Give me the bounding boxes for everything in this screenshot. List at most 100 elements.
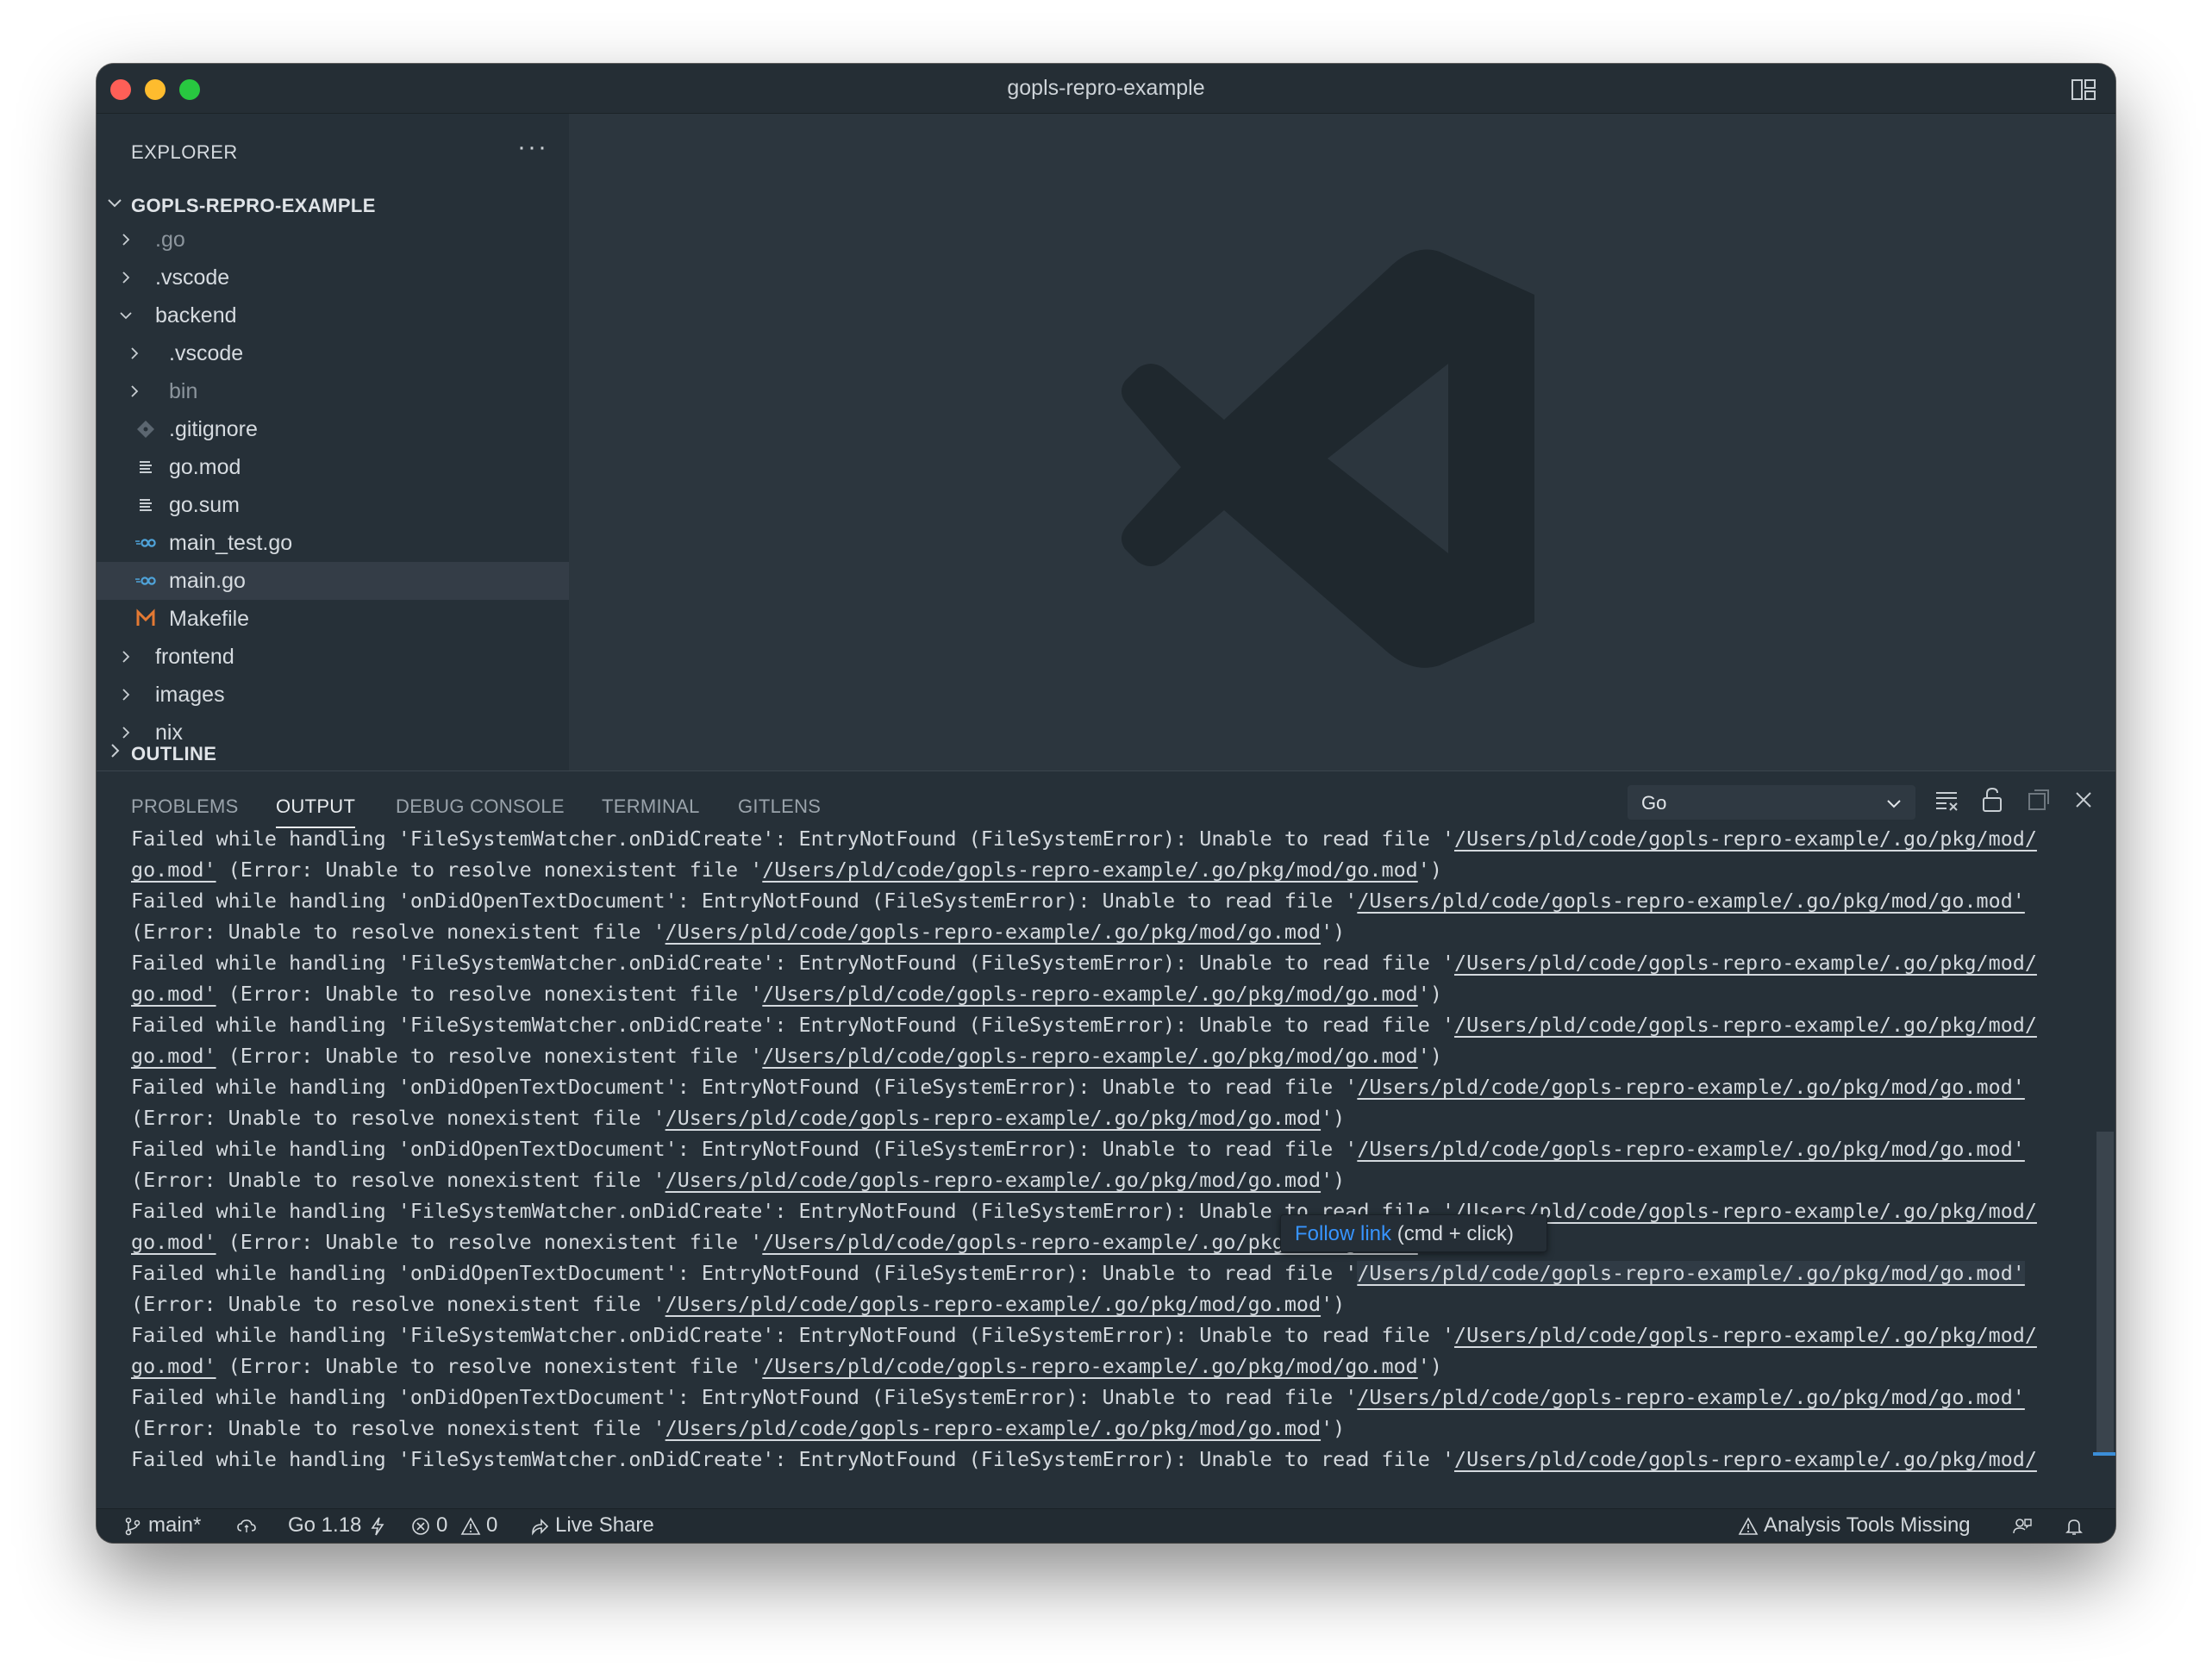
more-actions-icon[interactable]: ··· [517, 133, 548, 162]
status-bar: main* Go 1.18 0 0 Live Share Analysis To… [97, 1508, 2115, 1543]
file-link[interactable]: /Users/pld/code/gopls-repro-example/.go/… [665, 1292, 1321, 1316]
tree-folder[interactable]: bin [97, 372, 569, 410]
output-line: (Error: Unable to resolve nonexistent fi… [131, 1164, 2105, 1195]
output-line: Failed while handling 'onDidOpenTextDocu… [131, 1071, 2105, 1102]
file-link[interactable]: /Users/pld/code/gopls-repro-example/.go/… [1357, 1075, 2025, 1099]
follow-link-text[interactable]: Follow link [1295, 1222, 1391, 1245]
file-link[interactable]: /Users/pld/code/gopls-repro-example/.go/… [1357, 1261, 2025, 1285]
file-link[interactable]: /Users/pld/code/gopls-repro-example/.go/… [665, 1416, 1321, 1440]
tree-folder[interactable]: backend [97, 296, 569, 334]
analysis-tools-status[interactable]: Analysis Tools Missing [1738, 1513, 1971, 1538]
output-scrollbar[interactable] [2096, 1132, 2114, 1454]
output-line: Failed while handling 'onDidOpenTextDocu… [131, 1382, 2105, 1413]
output-line: go.mod' (Error: Unable to resolve nonexi… [131, 1226, 2105, 1257]
tab-gitlens[interactable]: GITLENS [738, 795, 821, 818]
tree-file[interactable]: Makefile [97, 600, 569, 638]
tree-folder[interactable]: .vscode [97, 259, 569, 296]
tree-item-label: backend [155, 303, 237, 328]
tree-folder[interactable]: frontend [97, 638, 569, 676]
git-icon [137, 421, 154, 438]
chevron-right-icon [131, 347, 139, 359]
tab-debug-console[interactable]: DEBUG CONSOLE [396, 795, 565, 818]
project-section-header[interactable]: GOPLS-REPRO-EXAMPLE [97, 188, 569, 222]
tree-item-label: .go [155, 228, 185, 252]
output-channel-value: Go [1641, 792, 1667, 814]
tab-output[interactable]: OUTPUT [276, 795, 356, 828]
file-link[interactable]: /Users/pld/code/gopls-repro-example/.go/… [665, 1106, 1321, 1130]
error-icon [412, 1517, 429, 1535]
window-title: gopls-repro-example [1007, 76, 1205, 100]
chevron-right-icon [122, 689, 130, 701]
output-line: Failed while handling 'FileSystemWatcher… [131, 1320, 2105, 1351]
file-link[interactable]: go.mod' [131, 858, 216, 882]
explorer-title: EXPLORER [131, 141, 238, 163]
output-text: (Error: Unable to resolve nonexistent fi… [216, 858, 763, 882]
file-link[interactable]: /Users/pld/code/gopls-repro-example/.go/… [665, 1168, 1321, 1192]
notifications-button[interactable] [2064, 1513, 2090, 1538]
tree-file[interactable]: go.mod [97, 448, 569, 486]
file-link[interactable]: /Users/pld/code/gopls-repro-example/.go/… [762, 982, 1417, 1006]
file-link[interactable]: /Users/pld/code/gopls-repro-example/.go/… [1454, 1323, 2037, 1347]
live-share-label: Live Share [555, 1513, 654, 1537]
tree-folder[interactable]: .go [97, 221, 569, 259]
customize-layout-icon[interactable] [2071, 78, 2096, 102]
file-link[interactable]: /Users/pld/code/gopls-repro-example/.go/… [1454, 827, 2037, 851]
tree-file[interactable]: go.sum [97, 486, 569, 524]
file-link[interactable]: /Users/pld/code/gopls-repro-example/.go/… [1454, 1447, 2037, 1471]
chevron-down-icon [1887, 800, 1901, 808]
tab-problems[interactable]: PROBLEMS [131, 795, 239, 818]
output-text: Failed while handling 'onDidOpenTextDocu… [131, 1137, 1358, 1161]
go-version-status[interactable]: Go 1.18 [288, 1513, 393, 1538]
output-text: (Error: Unable to resolve nonexistent fi… [216, 982, 763, 1006]
title-bar: gopls-repro-example [97, 64, 2115, 114]
analysis-tools-label: Analysis Tools Missing [1764, 1513, 1971, 1537]
warning-icon [1738, 1517, 1759, 1535]
file-link[interactable]: go.mod' [131, 1354, 216, 1378]
output-log[interactable]: Failed while handling 'FileSystemWatcher… [131, 823, 2105, 1478]
tree-folder[interactable]: images [97, 676, 569, 714]
go-file-icon [135, 577, 156, 585]
tree-item-label: main.go [169, 569, 246, 593]
file-lines-icon [140, 461, 152, 473]
file-link[interactable]: go.mod' [131, 982, 216, 1006]
output-text: ') [1321, 1292, 1346, 1316]
outline-section-header[interactable]: OUTLINE [97, 736, 569, 770]
branch-status[interactable]: main* [122, 1513, 201, 1538]
output-channel-select[interactable]: Go [1628, 785, 1915, 820]
tab-terminal[interactable]: TERMINAL [602, 795, 700, 818]
file-link[interactable]: /Users/pld/code/gopls-repro-example/.go/… [1454, 1013, 2037, 1037]
scroll-indicator [2093, 1452, 2115, 1456]
go-version: Go 1.18 [288, 1513, 362, 1537]
chevron-right-icon [111, 744, 120, 758]
file-link[interactable]: /Users/pld/code/gopls-repro-example/.go/… [1357, 1137, 2025, 1161]
output-text: Failed while handling 'FileSystemWatcher… [131, 827, 1454, 851]
tree-folder[interactable]: .vscode [97, 334, 569, 372]
output-line: Failed while handling 'onDidOpenTextDocu… [131, 1257, 2105, 1288]
tree-file[interactable]: main_test.go [97, 524, 569, 562]
go-file-icon [135, 539, 156, 547]
live-share-status[interactable]: Live Share [529, 1513, 654, 1538]
explorer-sidebar: EXPLORER ··· GOPLS-REPRO-EXAMPLE .go .vsc… [97, 114, 569, 770]
output-text: ') [1321, 1106, 1346, 1130]
open-log-file-icon[interactable] [2024, 785, 2053, 814]
vscode-window: gopls-repro-example EXPLORER ··· GOPLS-R… [97, 64, 2115, 1543]
file-link[interactable]: go.mod' [131, 1230, 216, 1254]
chevron-right-icon [122, 651, 130, 663]
file-link[interactable]: /Users/pld/code/gopls-repro-example/.go/… [762, 1044, 1417, 1068]
file-link[interactable]: /Users/pld/code/gopls-repro-example/.go/… [1357, 889, 2025, 913]
clear-output-icon[interactable] [1933, 785, 1962, 814]
tree-file[interactable]: main.go [97, 562, 569, 600]
file-link[interactable]: /Users/pld/code/gopls-repro-example/.go/… [1454, 951, 2037, 975]
warning-icon [460, 1517, 481, 1535]
file-link[interactable]: /Users/pld/code/gopls-repro-example/.go/… [1357, 1385, 2025, 1409]
file-link[interactable]: go.mod' [131, 1044, 216, 1068]
file-link[interactable]: /Users/pld/code/gopls-repro-example/.go/… [762, 1354, 1417, 1378]
lock-scroll-icon[interactable] [1978, 785, 2007, 814]
tree-file[interactable]: .gitignore [97, 410, 569, 448]
feedback-button[interactable] [2012, 1513, 2038, 1538]
sync-status[interactable] [236, 1513, 262, 1538]
file-link[interactable]: /Users/pld/code/gopls-repro-example/.go/… [665, 920, 1321, 944]
file-link[interactable]: /Users/pld/code/gopls-repro-example/.go/… [762, 858, 1417, 882]
close-panel-icon[interactable] [2069, 785, 2098, 814]
problems-status[interactable]: 0 0 [410, 1513, 497, 1538]
